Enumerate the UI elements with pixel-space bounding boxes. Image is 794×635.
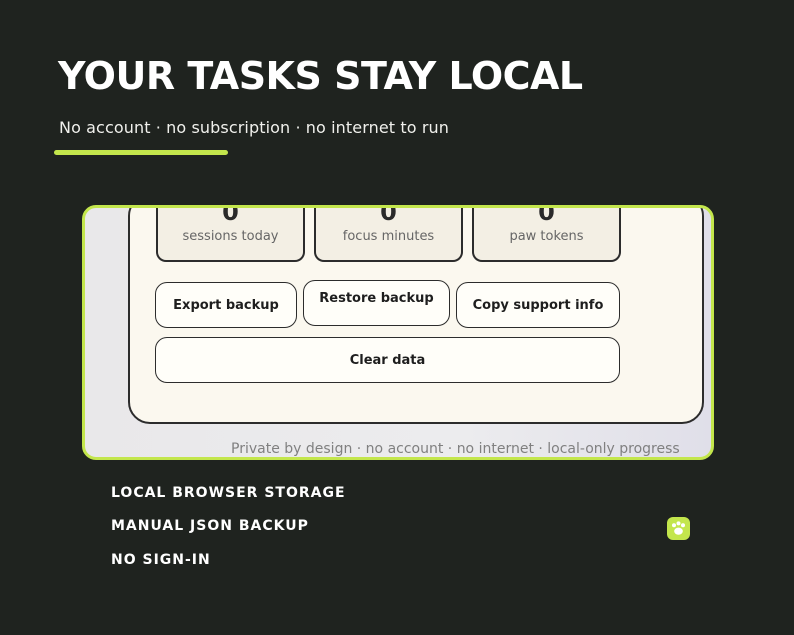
- clear-data-button[interactable]: Clear data: [155, 337, 620, 383]
- stat-value: 0: [538, 205, 555, 226]
- stats-panel: 0 sessions today 0 focus minutes 0 paw t…: [128, 205, 704, 424]
- feature-local-storage: LOCAL BROWSER STORAGE: [111, 485, 346, 501]
- feature-no-sign-in: NO SIGN-IN: [111, 552, 211, 568]
- stat-focus-minutes: 0 focus minutes: [314, 205, 463, 262]
- app-screenshot-frame: 0 sessions today 0 focus minutes 0 paw t…: [82, 205, 714, 460]
- privacy-note: Private by design · no account · no inte…: [231, 441, 680, 457]
- page-title: YOUR TASKS STAY LOCAL: [58, 54, 583, 98]
- stat-paw-tokens: 0 paw tokens: [472, 205, 621, 262]
- paw-icon-graphic: [672, 521, 685, 535]
- feature-json-backup: MANUAL JSON BACKUP: [111, 518, 309, 534]
- restore-backup-button[interactable]: Restore backup: [303, 280, 450, 326]
- export-backup-button[interactable]: Export backup: [155, 282, 297, 328]
- accent-underline: [54, 150, 228, 155]
- stat-label: sessions today: [182, 229, 279, 244]
- page-subtitle: No account · no subscription · no intern…: [59, 118, 449, 137]
- copy-support-info-button[interactable]: Copy support info: [456, 282, 620, 328]
- stat-sessions-today: 0 sessions today: [156, 205, 305, 262]
- paw-icon: [667, 517, 690, 540]
- stat-label: paw tokens: [509, 229, 584, 244]
- stat-value: 0: [380, 205, 397, 226]
- stat-label: focus minutes: [342, 229, 435, 244]
- stat-value: 0: [222, 205, 239, 226]
